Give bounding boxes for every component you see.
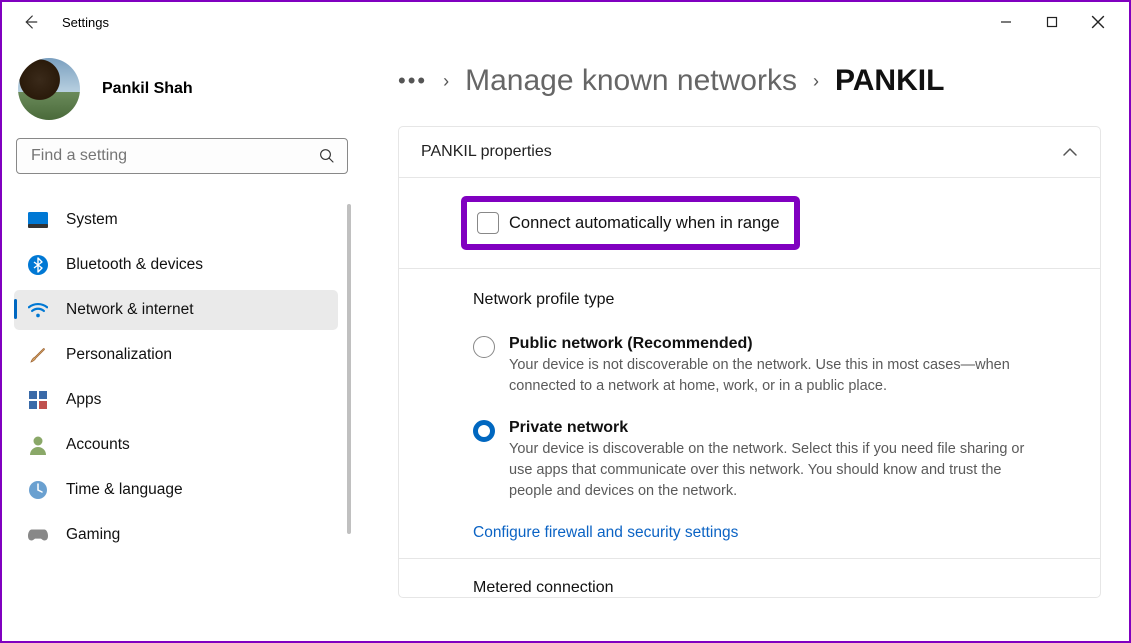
firewall-link[interactable]: Configure firewall and security settings bbox=[473, 524, 1030, 542]
system-icon bbox=[28, 210, 48, 230]
radio-button[interactable] bbox=[473, 336, 495, 358]
panel-header[interactable]: PANKIL properties bbox=[399, 127, 1100, 177]
radio-text: Private network Your device is discovera… bbox=[509, 419, 1030, 502]
sidebar-item-bluetooth[interactable]: Bluetooth & devices bbox=[14, 245, 338, 285]
section-heading: Network profile type bbox=[473, 291, 1030, 309]
apps-icon bbox=[28, 390, 48, 410]
brush-icon bbox=[28, 345, 48, 365]
auto-connect-label: Connect automatically when in range bbox=[509, 214, 780, 233]
close-button[interactable] bbox=[1075, 2, 1121, 42]
sidebar: Pankil Shah System Bluetooth & devices N… bbox=[2, 42, 362, 641]
properties-card: PANKIL properties Connect automatically … bbox=[398, 126, 1101, 598]
minimize-icon bbox=[1000, 16, 1012, 28]
maximize-icon bbox=[1046, 16, 1058, 28]
search-box bbox=[16, 138, 348, 174]
radio-title: Private network bbox=[509, 419, 1030, 437]
maximize-button[interactable] bbox=[1029, 2, 1075, 42]
radio-button[interactable] bbox=[473, 420, 495, 442]
minimize-button[interactable] bbox=[983, 2, 1029, 42]
radio-title: Public network (Recommended) bbox=[509, 335, 1030, 353]
breadcrumb-overflow[interactable]: ••• bbox=[398, 68, 427, 94]
breadcrumb-current: PANKIL bbox=[835, 64, 944, 98]
window-title: Settings bbox=[62, 15, 109, 30]
gamepad-icon bbox=[28, 525, 48, 545]
breadcrumb-parent[interactable]: Manage known networks bbox=[465, 64, 797, 98]
radio-public[interactable]: Public network (Recommended) Your device… bbox=[473, 335, 1030, 397]
search-icon bbox=[318, 147, 336, 165]
panel-title: PANKIL properties bbox=[421, 143, 552, 161]
sidebar-item-personalization[interactable]: Personalization bbox=[14, 335, 338, 375]
nav: System Bluetooth & devices Network & int… bbox=[14, 200, 350, 555]
back-button[interactable] bbox=[10, 2, 50, 42]
nav-label: Apps bbox=[66, 391, 101, 409]
nav-label: Time & language bbox=[66, 481, 183, 499]
nav-label: Personalization bbox=[66, 346, 172, 364]
nav-label: Gaming bbox=[66, 526, 120, 544]
chevron-up-icon bbox=[1062, 147, 1078, 157]
nav-label: System bbox=[66, 211, 118, 229]
arrow-left-icon bbox=[21, 13, 39, 31]
nav-label: Accounts bbox=[66, 436, 130, 454]
wifi-icon bbox=[28, 300, 48, 320]
nav-label: Network & internet bbox=[66, 301, 194, 319]
network-profile-type: Network profile type Public network (Rec… bbox=[399, 269, 1100, 558]
sidebar-item-time-language[interactable]: Time & language bbox=[14, 470, 338, 510]
close-icon bbox=[1091, 15, 1105, 29]
main-content: ••• › Manage known networks › PANKIL PAN… bbox=[362, 42, 1129, 641]
bluetooth-icon bbox=[28, 255, 48, 275]
sidebar-item-accounts[interactable]: Accounts bbox=[14, 425, 338, 465]
radio-private[interactable]: Private network Your device is discovera… bbox=[473, 419, 1030, 502]
auto-connect-highlight: Connect automatically when in range bbox=[461, 196, 800, 250]
sidebar-item-apps[interactable]: Apps bbox=[14, 380, 338, 420]
metered-row[interactable]: Metered connection bbox=[399, 558, 1100, 597]
radio-desc: Your device is not discoverable on the n… bbox=[509, 355, 1030, 397]
breadcrumb: ••• › Manage known networks › PANKIL bbox=[398, 64, 1101, 98]
sidebar-item-network[interactable]: Network & internet bbox=[14, 290, 338, 330]
chevron-right-icon: › bbox=[443, 71, 449, 92]
person-icon bbox=[28, 435, 48, 455]
auto-connect-row: Connect automatically when in range bbox=[399, 178, 1100, 269]
window-controls bbox=[983, 2, 1121, 42]
panel-body: Connect automatically when in range Netw… bbox=[399, 177, 1100, 597]
chevron-right-icon: › bbox=[813, 71, 819, 92]
sidebar-item-gaming[interactable]: Gaming bbox=[14, 515, 338, 555]
titlebar: Settings bbox=[2, 2, 1129, 42]
auto-connect-checkbox[interactable] bbox=[477, 212, 499, 234]
radio-desc: Your device is discoverable on the netwo… bbox=[509, 439, 1030, 502]
profile[interactable]: Pankil Shah bbox=[14, 50, 350, 138]
avatar bbox=[18, 58, 80, 120]
radio-text: Public network (Recommended) Your device… bbox=[509, 335, 1030, 397]
clock-globe-icon bbox=[28, 480, 48, 500]
search-input[interactable] bbox=[16, 138, 348, 174]
sidebar-item-system[interactable]: System bbox=[14, 200, 338, 240]
profile-name: Pankil Shah bbox=[102, 80, 193, 98]
nav-label: Bluetooth & devices bbox=[66, 256, 203, 274]
